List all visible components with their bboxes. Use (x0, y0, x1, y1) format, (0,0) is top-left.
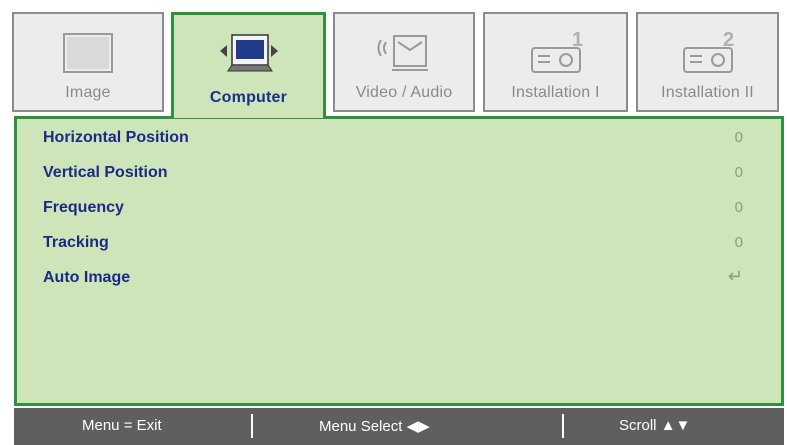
menu-item-value: 0 (734, 129, 743, 146)
tab-computer[interactable]: Computer (171, 12, 326, 118)
menu-item-vertical-position[interactable]: Vertical Position 0 (43, 158, 743, 188)
scroll-label: Scroll (619, 417, 657, 434)
menu-item-tracking[interactable]: Tracking 0 (43, 228, 743, 258)
tab-computer-label: Computer (209, 89, 288, 106)
up-down-arrows-icon: ▲▼ (660, 417, 691, 434)
left-right-arrows-icon: ◀▶ (406, 418, 430, 435)
menu-select-label: Menu Select (319, 418, 403, 435)
svg-text:1: 1 (572, 29, 583, 51)
projector-1-icon: 1 (516, 26, 596, 89)
menu-item-label: Vertical Position (43, 164, 168, 181)
menu-item-value: 0 (734, 234, 743, 251)
video-audio-icon (364, 26, 444, 89)
tab-image-label: Image (65, 84, 111, 101)
osd-menu: Image Computer Video / Audio 1 Installat… (4, 4, 784, 445)
menu-item-frequency[interactable]: Frequency 0 (43, 193, 743, 223)
tab-installation-2[interactable]: 2 Installation II (636, 12, 779, 112)
help-bar: Menu = Exit Menu Select ◀▶ Scroll ▲▼ (14, 408, 784, 445)
enter-icon: ↵ (727, 266, 743, 286)
menu-item-label: Tracking (43, 234, 109, 251)
menu-item-label: Auto Image (43, 269, 131, 286)
divider (562, 414, 564, 438)
menu-item-label: Horizontal Position (43, 129, 189, 146)
menu-item-label: Frequency (43, 199, 124, 216)
scroll-hint: Scroll ▲▼ (619, 417, 690, 434)
menu-select-hint: Menu Select ◀▶ (319, 417, 430, 435)
projector-2-icon: 2 (668, 26, 748, 89)
monitor-icon (53, 26, 123, 89)
menu-exit-hint: Menu = Exit (82, 417, 162, 434)
menu-item-value: 0 (734, 164, 743, 181)
menu-item-horizontal-position[interactable]: Horizontal Position 0 (43, 123, 743, 153)
menu-item-auto-image[interactable]: Auto Image ↵ (43, 263, 743, 293)
tab-installation-1[interactable]: 1 Installation I (483, 12, 628, 112)
svg-text:2: 2 (723, 29, 734, 51)
tab-installation-1-label: Installation I (511, 84, 600, 101)
menu-item-value: 0 (734, 199, 743, 216)
computer-settings-panel: Horizontal Position 0 Vertical Position … (14, 116, 784, 406)
computer-icon (210, 27, 288, 90)
tab-video-audio[interactable]: Video / Audio (333, 12, 475, 112)
tab-image[interactable]: Image (12, 12, 164, 112)
divider (251, 414, 253, 438)
tab-installation-2-label: Installation II (661, 84, 754, 101)
tab-video-audio-label: Video / Audio (355, 84, 453, 101)
